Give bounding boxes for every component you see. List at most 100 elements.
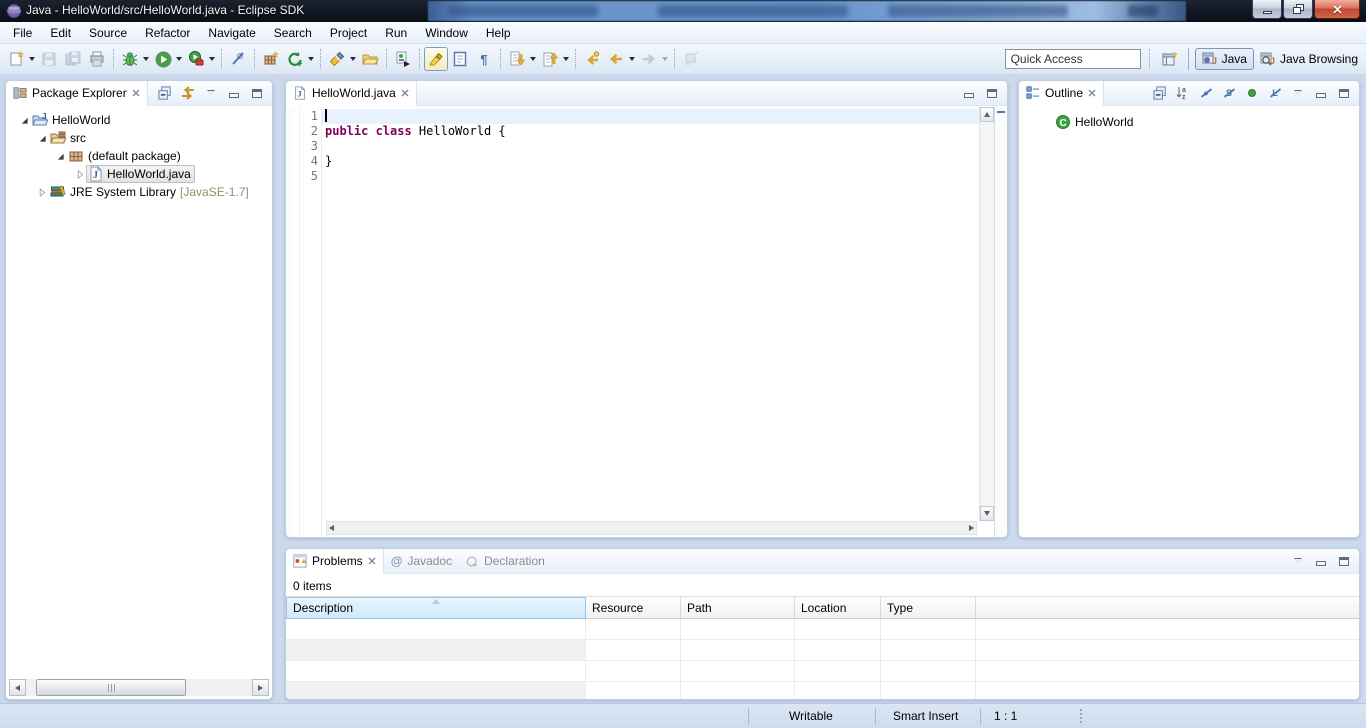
menu-item-file[interactable]: File <box>4 24 41 42</box>
run-external-tools-button[interactable] <box>184 47 208 71</box>
selected-tree-item[interactable]: J HelloWorld.java <box>86 165 195 183</box>
menu-item-refactor[interactable]: Refactor <box>136 24 199 42</box>
menu-item-search[interactable]: Search <box>265 24 321 42</box>
close-tab-icon[interactable] <box>401 89 409 97</box>
debug-button[interactable] <box>118 47 142 71</box>
package-explorer-hscrollbar[interactable] <box>9 679 269 696</box>
run-button[interactable] <box>151 47 175 71</box>
code-text-area[interactable]: public class HelloWorld { } <box>322 107 979 537</box>
menu-item-project[interactable]: Project <box>321 24 376 42</box>
tree-item-jre-library[interactable]: JRE System Library [JavaSE-1.7] <box>6 183 272 201</box>
show-whitespace-button[interactable]: ¶ <box>472 47 496 71</box>
new-wizard-dropdown[interactable] <box>29 57 35 61</box>
collapse-all-button[interactable] <box>1152 85 1168 101</box>
open-plugin-artifact-button[interactable] <box>391 47 415 71</box>
close-tab-icon[interactable] <box>368 557 376 565</box>
save-button[interactable] <box>37 47 61 71</box>
java-perspective-button[interactable]: J Java <box>1195 48 1254 70</box>
back-dropdown[interactable] <box>629 57 635 61</box>
overview-ruler[interactable] <box>994 107 1007 537</box>
run-dropdown[interactable] <box>176 57 182 61</box>
search-button[interactable] <box>325 47 349 71</box>
code-editor[interactable]: 1 2 3 4 5 public class HelloWorld { } <box>286 107 1007 537</box>
mark-occurrences-button[interactable] <box>424 47 448 71</box>
pin-editor-button[interactable] <box>679 47 703 71</box>
new-java-package-button[interactable] <box>259 47 283 71</box>
package-explorer-tab[interactable]: Package Explorer <box>6 81 148 106</box>
collapse-all-button[interactable] <box>157 85 173 101</box>
column-header-description[interactable]: Description <box>286 597 586 619</box>
minimize-view-button[interactable] <box>226 85 242 101</box>
scrollbar-thumb[interactable] <box>36 679 186 696</box>
maximize-view-button[interactable] <box>249 85 265 101</box>
maximize-view-button[interactable] <box>1336 85 1352 101</box>
last-edit-location-button[interactable] <box>580 47 604 71</box>
minimize-view-button[interactable] <box>961 85 977 101</box>
close-window-button[interactable] <box>1314 0 1360 19</box>
tree-item-src[interactable]: src <box>6 129 272 147</box>
outline-tab[interactable]: Outline <box>1019 81 1104 106</box>
open-resource-button[interactable] <box>358 47 382 71</box>
next-annotation-button[interactable] <box>505 47 529 71</box>
new-java-class-button[interactable] <box>283 47 307 71</box>
editor-hscrollbar[interactable] <box>326 521 977 535</box>
editor-vscrollbar[interactable] <box>979 107 994 521</box>
menu-item-edit[interactable]: Edit <box>41 24 80 42</box>
save-all-button[interactable] <box>61 47 85 71</box>
tree-item-helloworld-java[interactable]: J HelloWorld.java <box>6 165 272 183</box>
view-menu-button[interactable] <box>203 85 219 101</box>
menu-item-help[interactable]: Help <box>477 24 520 42</box>
restore-window-button[interactable] <box>1283 0 1313 19</box>
hide-fields-button[interactable]: ● <box>1198 85 1214 101</box>
hide-non-public-button[interactable] <box>1244 85 1260 101</box>
link-with-editor-button[interactable] <box>180 85 196 101</box>
run-external-tools-dropdown[interactable] <box>209 57 215 61</box>
menu-item-source[interactable]: Source <box>80 24 136 42</box>
tree-item-project[interactable]: J HelloWorld <box>6 111 272 129</box>
print-button[interactable] <box>85 47 109 71</box>
close-tab-icon[interactable] <box>1088 89 1096 97</box>
minimize-view-button[interactable] <box>1313 553 1329 569</box>
show-selected-element-only-button[interactable] <box>448 47 472 71</box>
new-wizard-button[interactable] <box>4 47 28 71</box>
column-header-location[interactable]: Location <box>795 597 881 619</box>
forward-button[interactable] <box>637 47 661 71</box>
previous-annotation-dropdown[interactable] <box>563 57 569 61</box>
menu-item-run[interactable]: Run <box>376 24 416 42</box>
open-perspective-button[interactable] <box>1158 47 1182 71</box>
outline-item-helloworld[interactable]: C HelloWorld <box>1019 113 1359 131</box>
annotation-ruler[interactable] <box>286 107 300 537</box>
collapse-arrow-icon[interactable] <box>19 115 29 125</box>
forward-dropdown[interactable] <box>662 57 668 61</box>
scroll-down-button[interactable] <box>980 506 994 521</box>
expand-arrow-icon[interactable] <box>37 187 47 197</box>
collapse-arrow-icon[interactable] <box>37 133 47 143</box>
hide-static-members-button[interactable]: S <box>1221 85 1237 101</box>
column-header-type[interactable]: Type <box>881 597 976 619</box>
scroll-right-button[interactable] <box>252 679 269 696</box>
scroll-left-button[interactable] <box>329 525 334 531</box>
hide-local-types-button[interactable]: L <box>1267 85 1283 101</box>
minimize-view-button[interactable] <box>1313 85 1329 101</box>
column-header-path[interactable]: Path <box>681 597 795 619</box>
close-tab-icon[interactable] <box>132 89 140 97</box>
debug-dropdown[interactable] <box>143 57 149 61</box>
menu-item-window[interactable]: Window <box>416 24 477 42</box>
maximize-view-button[interactable] <box>1336 553 1352 569</box>
new-java-class-dropdown[interactable] <box>308 57 314 61</box>
java-browsing-perspective-button[interactable]: J Java Browsing <box>1254 49 1364 69</box>
javadoc-tab[interactable]: @ Javadoc <box>384 549 459 574</box>
scroll-left-button[interactable] <box>9 679 26 696</box>
problems-tab[interactable]: Problems <box>286 549 384 574</box>
scroll-right-button[interactable] <box>969 525 974 531</box>
editor-tab-helloworld[interactable]: J HelloWorld.java <box>286 81 417 106</box>
search-dropdown[interactable] <box>350 57 356 61</box>
minimize-window-button[interactable] <box>1252 0 1282 19</box>
expand-arrow-icon[interactable] <box>75 169 85 179</box>
next-annotation-dropdown[interactable] <box>530 57 536 61</box>
quick-access-input[interactable] <box>1005 49 1141 69</box>
view-menu-button[interactable] <box>1290 85 1306 101</box>
view-menu-button[interactable] <box>1290 553 1306 569</box>
back-button[interactable] <box>604 47 628 71</box>
tree-item-default-package[interactable]: (default package) <box>6 147 272 165</box>
